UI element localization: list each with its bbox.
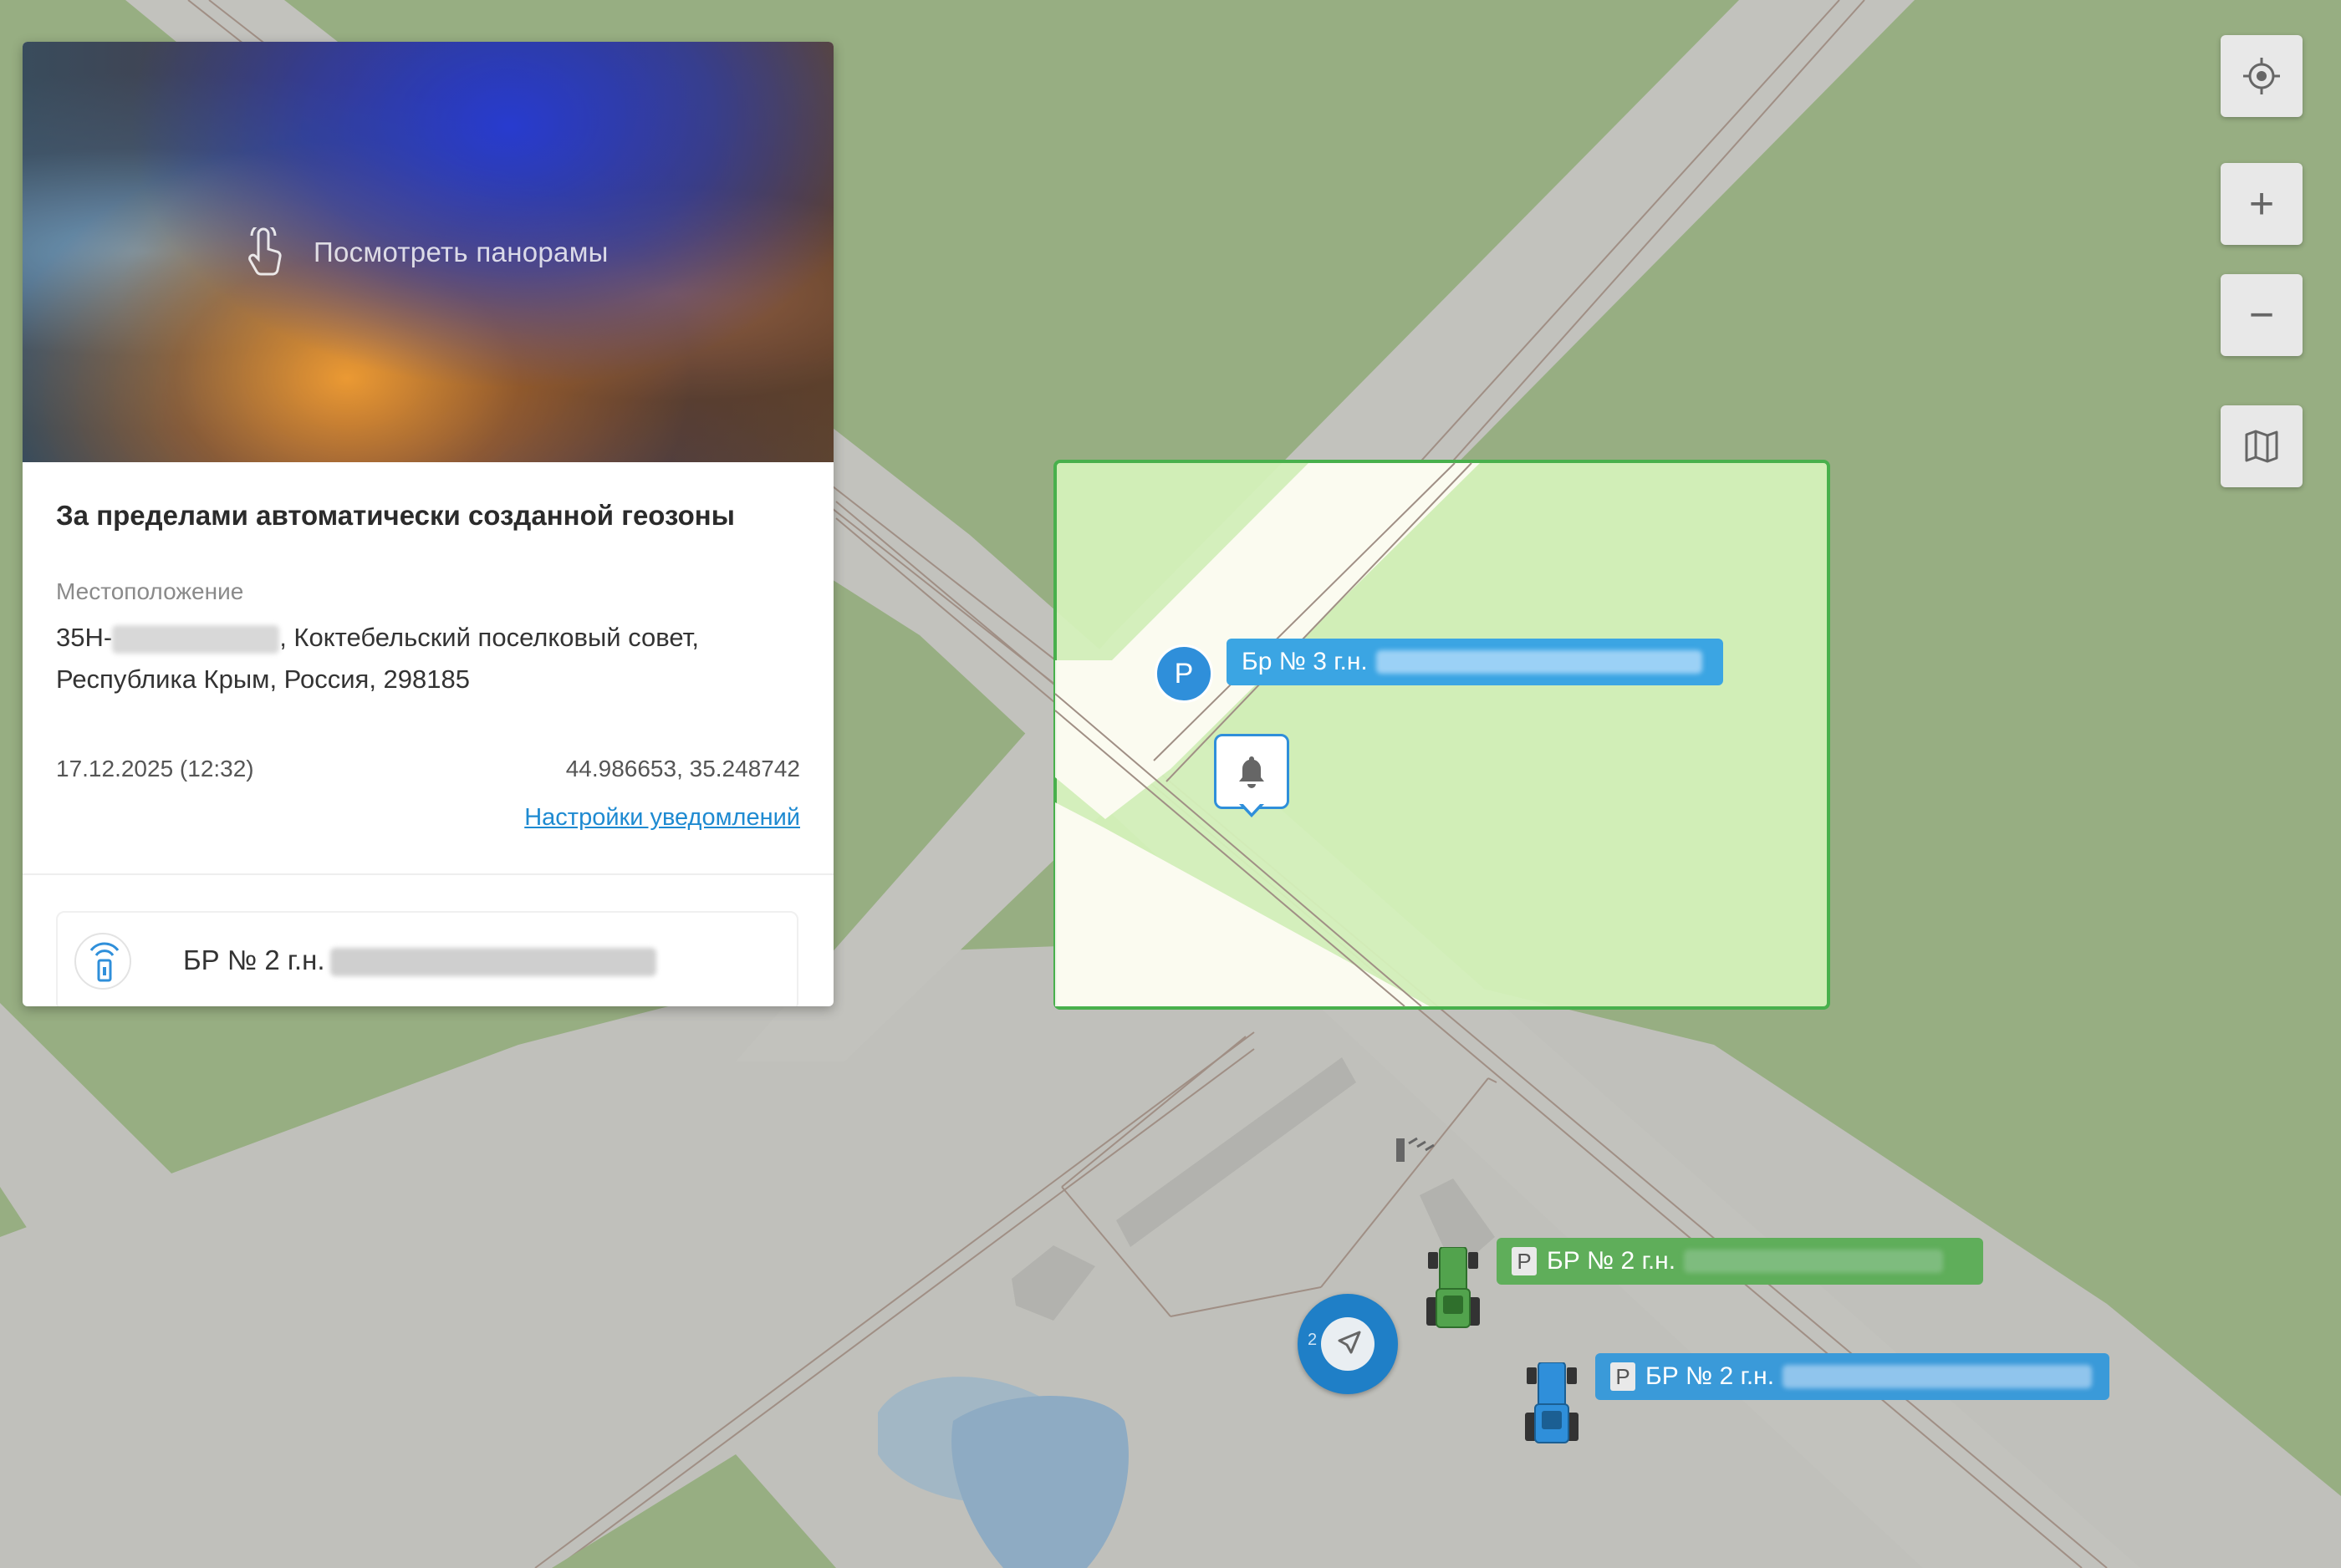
event-marker[interactable] (1214, 734, 1289, 809)
zoom-out-button[interactable]: − (2221, 274, 2303, 356)
cluster-count: 2 (1308, 1331, 1318, 1349)
event-datetime: 17.12.2025 (12:32) (56, 756, 254, 781)
device-item[interactable]: БР № 2 г.н.x (56, 911, 798, 1006)
parking-marker[interactable]: P (1155, 644, 1213, 703)
crosshair-icon (2243, 58, 2280, 94)
vehicle-label-blue[interactable]: P БР № 2 г.н. x (1595, 1353, 2109, 1400)
redacted-plate: x (1684, 1250, 1944, 1273)
vehicle-name: Бр № 3 г.н. (1242, 648, 1368, 675)
event-marker-pointer-inner (1242, 803, 1261, 813)
map-icon (2245, 430, 2278, 463)
redacted-plate: x (1783, 1365, 2093, 1388)
address-prefix: 35Н- (56, 623, 113, 652)
divider (23, 873, 834, 875)
event-title: За пределами автоматически созданной гео… (56, 500, 735, 531)
locate-button[interactable] (2221, 35, 2303, 117)
tracker-icon-wrap (74, 933, 131, 990)
address-rest: , Коктебельский поселковый совет, (279, 623, 700, 652)
zoom-in-button[interactable]: + (2221, 163, 2303, 245)
minus-icon: − (2248, 291, 2275, 339)
bell-icon (1239, 756, 1264, 788)
green-vehicle-icon[interactable] (1426, 1247, 1480, 1331)
map-layers-button[interactable] (2221, 405, 2303, 487)
parking-badge: P (1512, 1247, 1537, 1275)
device-label: БР № 2 г.н.x (183, 944, 656, 977)
redacted-road-number: xxxx (112, 624, 280, 654)
vehicle-name: БР № 2 г.н. (1645, 1362, 1775, 1390)
event-meta: 17.12.2025 (12:32) 44.986653, 35.248742 (56, 756, 800, 782)
redacted-plate: x (1375, 650, 1702, 674)
vehicle-name: БР № 2 г.н. (1547, 1247, 1676, 1275)
panorama-label: Посмотреть панорамы (314, 237, 609, 267)
navigation-arrow-wrap (1321, 1317, 1375, 1371)
event-info-card: Посмотреть панорамы За пределами автомат… (23, 42, 834, 1006)
notification-settings-link[interactable]: Настройки уведомлений (524, 804, 800, 832)
tracker-signal-icon (89, 942, 120, 982)
parking-badge: P (1610, 1362, 1635, 1391)
plus-icon: + (2248, 180, 2275, 228)
address: 35Н-xxxx, Коктебельский поселковый совет… (56, 617, 808, 700)
event-coordinates: 44.986653, 35.248742 (565, 756, 800, 781)
location-label: Местоположение (56, 578, 244, 604)
redacted-plate: x (329, 948, 656, 977)
address-line2: Республика Крым, Россия, 298185 (56, 664, 471, 694)
vehicle-label-green[interactable]: P БР № 2 г.н. x (1497, 1238, 1983, 1285)
touch-hand-icon (248, 227, 282, 276)
panorama-button[interactable]: Посмотреть панорамы (242, 227, 609, 276)
vehicle-cluster-button[interactable]: 2 (1298, 1294, 1398, 1394)
blue-vehicle-icon[interactable] (1525, 1362, 1579, 1446)
navigation-arrow-icon (1338, 1331, 1361, 1354)
device-name: БР № 2 г.н. (183, 944, 325, 975)
vehicle-label-br3[interactable]: Бр № 3 г.н. x (1227, 639, 1723, 685)
